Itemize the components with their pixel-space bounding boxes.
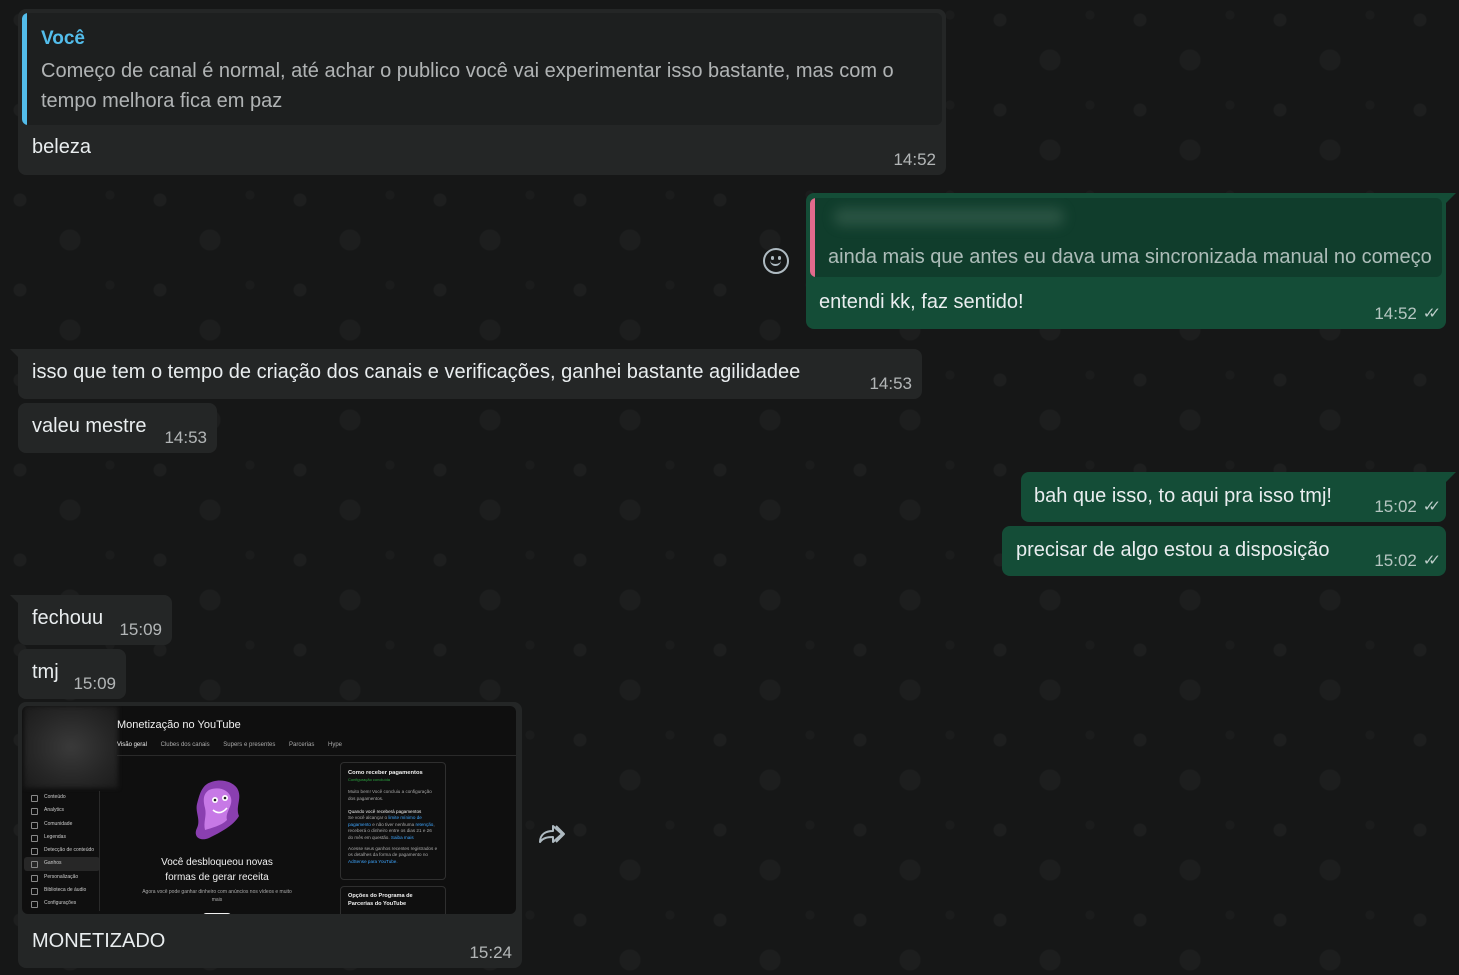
message-time: 15:02 ✓✓ <box>1374 497 1441 516</box>
image-headline: Você desbloqueou novas formas de gerar r… <box>142 856 292 885</box>
message-incoming[interactable]: fechouu 15:09 <box>10 595 172 645</box>
double-check-icon: ✓✓ <box>1422 498 1441 515</box>
quote-author: Você <box>41 28 86 49</box>
celebration-illustration <box>195 780 240 840</box>
card-badge: Configuração concluída <box>348 777 391 783</box>
message-time: 14:53 <box>164 428 207 447</box>
message-outgoing-reply[interactable]: ainda mais que antes eu dava uma sincron… <box>806 193 1456 329</box>
image-sidebar-item: Configurações <box>24 897 100 910</box>
card-text: Muito bem! Você concluiu a configuração … <box>348 789 432 801</box>
blurred-avatar <box>24 706 118 788</box>
message-incoming-reply[interactable]: Você Começo de canal é normal, até achar… <box>18 9 946 175</box>
message-outgoing[interactable]: precisar de algo estou a disposição 15:0… <box>1002 526 1446 576</box>
forward-icon[interactable] <box>536 822 566 848</box>
message-time: 15:09 <box>119 620 162 639</box>
image-tab: Hype <box>328 742 343 748</box>
message-text: entendi kk, faz sentido! <box>819 291 1024 313</box>
message-outgoing[interactable]: bah que isso, to aqui pra isso tmj! 15:0… <box>1021 472 1456 522</box>
quote-text-line-2: tempo melhora fica em paz <box>41 90 283 112</box>
message-text: fechouu <box>32 607 104 629</box>
message-text: precisar de algo estou a disposição <box>1016 539 1330 561</box>
card-link: AdSense para YouTube. <box>348 859 398 865</box>
image-sidebar-item: Comunidade <box>24 818 100 831</box>
image-sidebar-item: Ganhos <box>24 857 100 871</box>
card-link: Saiba mais <box>390 835 414 841</box>
card-text-fragment: e não tiver nenhuma <box>372 821 415 827</box>
card-text-fragment: Acesse seus ganhos recentes registrados … <box>348 845 438 858</box>
image-tab: Supers e presentes <box>223 742 276 748</box>
image-tabs: Visão geral Clubes dos canais Supers e p… <box>117 742 354 750</box>
double-check-icon: ✓✓ <box>1422 552 1441 569</box>
image-sidebar: Conteúdo Analytics Comunidade Legendas D… <box>24 791 100 911</box>
image-sidebar-item: Legendas <box>24 831 100 844</box>
message-time: 14:52 ✓✓ <box>1374 304 1441 323</box>
image-subtext: Agora você pode ganhar dinheiro com anún… <box>142 889 292 903</box>
message-time: 14:53 <box>869 374 912 393</box>
image-card: Opções do Programa de Parcerias do YouTu… <box>340 886 446 914</box>
image-headline-line: Você desbloqueou novas <box>161 857 273 868</box>
card-text: Acesse seus ganhos recentes registrados … <box>348 846 438 866</box>
card-text: Se você alcançar o limite mínimo de paga… <box>348 815 438 842</box>
message-text: tmj <box>32 661 59 683</box>
divider <box>117 755 516 756</box>
divider <box>99 791 100 911</box>
image-tab: Clubes dos canais <box>160 742 210 748</box>
quote-author-blurred <box>834 208 1064 226</box>
image-sidebar-item: Analytics <box>24 804 100 817</box>
card-subtitle: Quando você receberá pagamentos <box>348 808 422 814</box>
image-sidebar-item: Biblioteca de áudio <box>24 884 100 897</box>
image-attachment[interactable]: Monetização no YouTube Visão geral Clube… <box>22 706 516 914</box>
message-incoming-image[interactable]: Monetização no YouTube Visão geral Clube… <box>18 702 522 968</box>
image-tab: Visão geral <box>117 742 147 748</box>
quote-text-line-1: Começo de canal é normal, até achar o pu… <box>41 60 894 82</box>
image-headline-line: formas de gerar receita <box>165 871 269 883</box>
message-text: valeu mestre <box>32 415 147 437</box>
card-text-fragment: Se você alcançar o <box>348 815 388 821</box>
quote-accent-bar <box>810 198 815 277</box>
image-title: Monetização no YouTube <box>117 719 241 731</box>
card-title: Opções do Programa de Parcerias do YouTu… <box>348 893 413 907</box>
image-tab: Parcerias <box>289 742 315 748</box>
message-incoming[interactable]: tmj 15:09 <box>18 649 126 699</box>
image-sidebar-item: Personalização <box>24 871 100 884</box>
image-sidebar-item: Conteúdo <box>24 791 100 804</box>
message-incoming[interactable]: isso que tem o tempo de criação dos cana… <box>10 349 922 399</box>
message-time: 15:24 <box>469 943 512 962</box>
image-card: Como receber pagamentos Configuração con… <box>340 762 446 880</box>
message-text: beleza <box>32 136 91 158</box>
quote-text: ainda mais que antes eu dava uma sincron… <box>828 246 1432 268</box>
double-check-icon: ✓✓ <box>1422 305 1441 322</box>
image-caption: MONETIZADO <box>32 930 166 952</box>
message-time: 15:09 <box>73 674 116 693</box>
image-pill-button <box>203 913 231 914</box>
quote-accent-bar <box>22 13 27 125</box>
quoted-message[interactable]: Você Começo de canal é normal, até achar… <box>22 13 942 125</box>
card-title: Como receber pagamentos <box>348 770 423 776</box>
image-sidebar-item: Detecção de conteúdo <box>24 844 100 857</box>
quoted-message[interactable]: ainda mais que antes eu dava uma sincron… <box>810 198 1442 277</box>
card-link: retenção <box>415 821 434 827</box>
message-text: bah que isso, to aqui pra isso tmj! <box>1034 485 1332 507</box>
message-time: 14:52 <box>893 150 936 169</box>
message-time: 15:02 ✓✓ <box>1374 551 1441 570</box>
message-text: isso que tem o tempo de criação dos cana… <box>32 361 801 383</box>
message-incoming[interactable]: valeu mestre 14:53 <box>18 403 217 453</box>
smiley-icon[interactable] <box>763 248 789 274</box>
